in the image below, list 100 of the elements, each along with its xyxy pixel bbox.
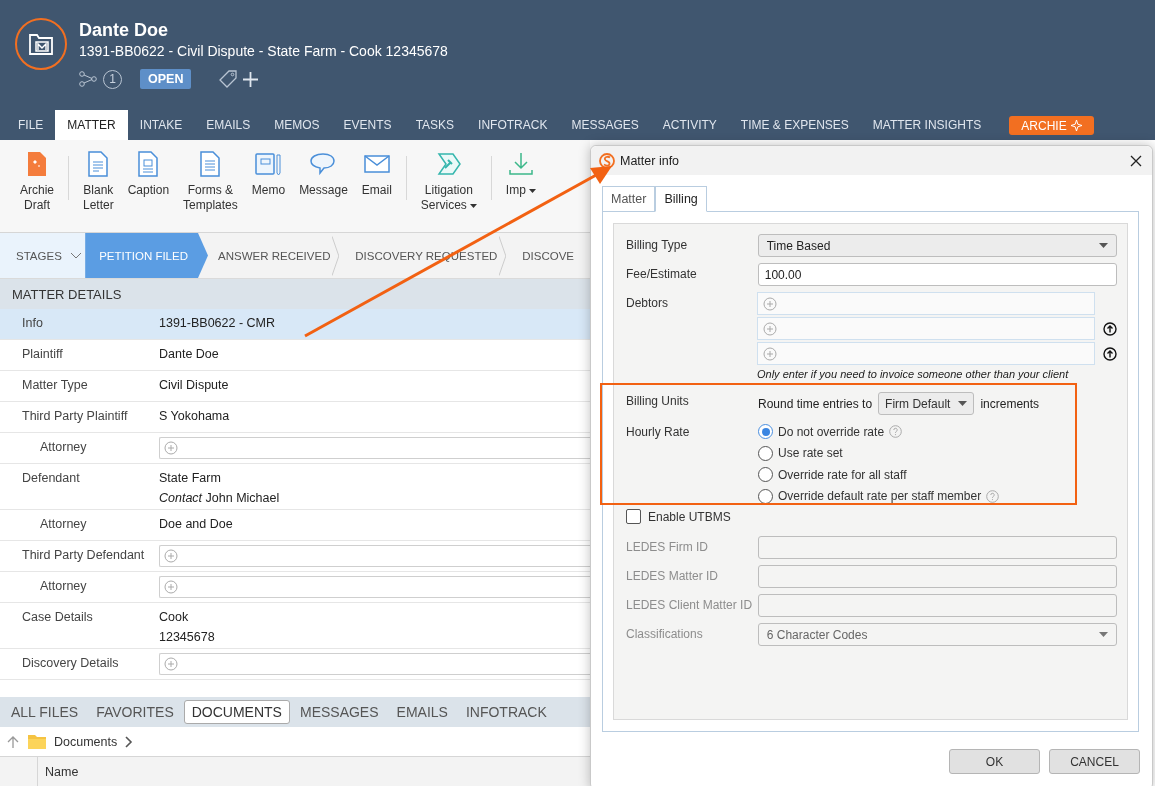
library-tab[interactable]: INFOTRACK: [457, 700, 555, 724]
utbms-checkbox[interactable]: Enable UTBMS: [626, 509, 731, 524]
ribbon-button[interactable]: Forms & Templates: [177, 150, 244, 213]
sparkle-icon: [1070, 120, 1082, 131]
chevron-right-icon[interactable]: [125, 735, 134, 748]
ledes-input[interactable]: [757, 536, 1117, 559]
tag-icon[interactable]: [219, 70, 238, 88]
rate-option[interactable]: Use rate set: [758, 442, 1000, 464]
radio-button[interactable]: [758, 488, 773, 504]
fee-input[interactable]: 100.00: [757, 263, 1117, 286]
debtor-field[interactable]: [757, 292, 1095, 315]
menu-tab[interactable]: INFOTRACK: [466, 110, 560, 140]
ribbon-button[interactable]: Memo: [245, 150, 292, 198]
plus-icon[interactable]: [243, 71, 259, 87]
plus-circle-icon[interactable]: [763, 321, 777, 336]
library-tab[interactable]: FAVORITES: [88, 700, 182, 724]
stage-step[interactable]: ANSWER RECEIVED: [208, 233, 347, 278]
rate-option[interactable]: Override default rate per staff member: [758, 485, 1000, 507]
client-name: Dante Doe: [79, 20, 169, 41]
dialog-tab[interactable]: Matter: [602, 186, 656, 212]
rate-option[interactable]: Override rate for all staff: [758, 464, 1000, 486]
radio-button[interactable]: [758, 445, 773, 461]
field-label: Classifications: [626, 626, 704, 641]
debtor-field[interactable]: [757, 317, 1095, 340]
plus-circle-icon[interactable]: [164, 580, 178, 594]
dialog-button[interactable]: OK: [949, 749, 1040, 774]
menu-tab[interactable]: FILE: [6, 110, 56, 140]
field-label: Fee/Estimate: [626, 266, 698, 281]
menu-tab[interactable]: INTAKE: [127, 110, 195, 140]
add-field[interactable]: [159, 653, 590, 675]
library-tab[interactable]: EMAILS: [388, 700, 456, 724]
library-tab[interactable]: MESSAGES: [291, 700, 387, 724]
ledes-input[interactable]: [757, 565, 1117, 588]
detail-row[interactable]: Info 1391-BB0622 - CMR: [0, 309, 590, 340]
add-field[interactable]: [159, 545, 590, 567]
breadcrumb-item[interactable]: Documents: [54, 734, 118, 749]
ribbon-button[interactable]: Email: [355, 150, 398, 198]
menu-tab[interactable]: TIME & EXPENSES: [728, 110, 861, 140]
folder-icon: [28, 734, 46, 749]
units-text: increments: [980, 396, 1040, 411]
dialog-button[interactable]: CANCEL: [1049, 749, 1140, 774]
field-value: Civil Dispute: [159, 378, 229, 392]
column-header[interactable]: Name: [38, 757, 86, 786]
stage-step[interactable]: DISCOVE: [512, 233, 590, 278]
move-up-icon[interactable]: [1103, 346, 1117, 361]
move-up-icon[interactable]: [1103, 321, 1117, 336]
ribbon-button[interactable]: Archie Draft: [14, 150, 60, 213]
logo-icon: [599, 152, 615, 169]
menu-tab[interactable]: MATTER: [55, 110, 128, 140]
radio-button[interactable]: [758, 467, 773, 483]
rate-option[interactable]: Do not override rate: [758, 421, 1000, 443]
menu-tab[interactable]: MATTER INSIGHTS: [860, 110, 994, 140]
billing-type-select[interactable]: Time Based: [757, 234, 1117, 257]
field-label: Matter Type: [22, 378, 89, 392]
up-arrow-icon[interactable]: [6, 734, 20, 749]
menu-tab[interactable]: EMAILS: [194, 110, 263, 140]
stage-divider: [332, 233, 340, 279]
field-value: S Yokohama: [159, 409, 230, 423]
checkbox[interactable]: [626, 509, 641, 524]
plus-circle-icon[interactable]: [763, 346, 777, 361]
stages-dropdown[interactable]: STAGES: [0, 233, 86, 278]
menu-tab[interactable]: ACTIVITY: [650, 110, 729, 140]
library-tab[interactable]: DOCUMENTS: [183, 700, 290, 724]
units-select[interactable]: Firm Default: [878, 392, 975, 415]
help-icon[interactable]: [986, 489, 1000, 503]
field-label: LEDES Matter ID: [626, 568, 720, 583]
ribbon-button[interactable]: Message: [293, 150, 354, 198]
status-badge: OPEN: [140, 69, 192, 89]
dropdown-arrow-icon: [958, 401, 968, 406]
ribbon-button[interactable]: Imp: [499, 150, 542, 198]
plus-circle-icon[interactable]: [164, 549, 178, 563]
menu-tab[interactable]: EVENTS: [331, 110, 404, 140]
dialog-tab[interactable]: Billing: [655, 186, 707, 212]
debtor-field[interactable]: [757, 342, 1095, 365]
section-header: MATTER DETAILS: [0, 279, 590, 309]
add-field[interactable]: [159, 576, 590, 598]
field-label: Debtors: [626, 295, 670, 310]
plus-circle-icon[interactable]: [164, 657, 178, 671]
dropdown-arrow-icon: [1099, 243, 1108, 248]
ribbon-button[interactable]: Litigation Services: [414, 150, 483, 213]
plus-circle-icon[interactable]: [763, 296, 777, 311]
dialog-title: Matter info: [620, 153, 681, 168]
ribbon-button[interactable]: Blank Letter: [77, 150, 120, 213]
menu-tab[interactable]: MEMOS: [262, 110, 332, 140]
field-label: Case Details: [22, 610, 94, 624]
help-icon[interactable]: [889, 425, 903, 439]
field-label: LEDES Client Matter ID: [626, 597, 754, 612]
ribbon-button[interactable]: Caption: [121, 150, 176, 198]
field-label: Attorney: [40, 579, 88, 593]
radio-button[interactable]: [758, 424, 773, 440]
close-icon[interactable]: [1130, 154, 1142, 167]
menu-tab[interactable]: MESSAGES: [559, 110, 651, 140]
share-icon[interactable]: [79, 71, 97, 87]
add-field[interactable]: [159, 437, 590, 459]
menu-tab[interactable]: TASKS: [403, 110, 467, 140]
plus-circle-icon[interactable]: [164, 441, 178, 455]
library-tab[interactable]: ALL FILES: [3, 700, 87, 724]
field-value: Contact John Michael: [159, 491, 280, 505]
ledes-input[interactable]: [757, 594, 1117, 617]
folder-icon: [28, 32, 54, 56]
